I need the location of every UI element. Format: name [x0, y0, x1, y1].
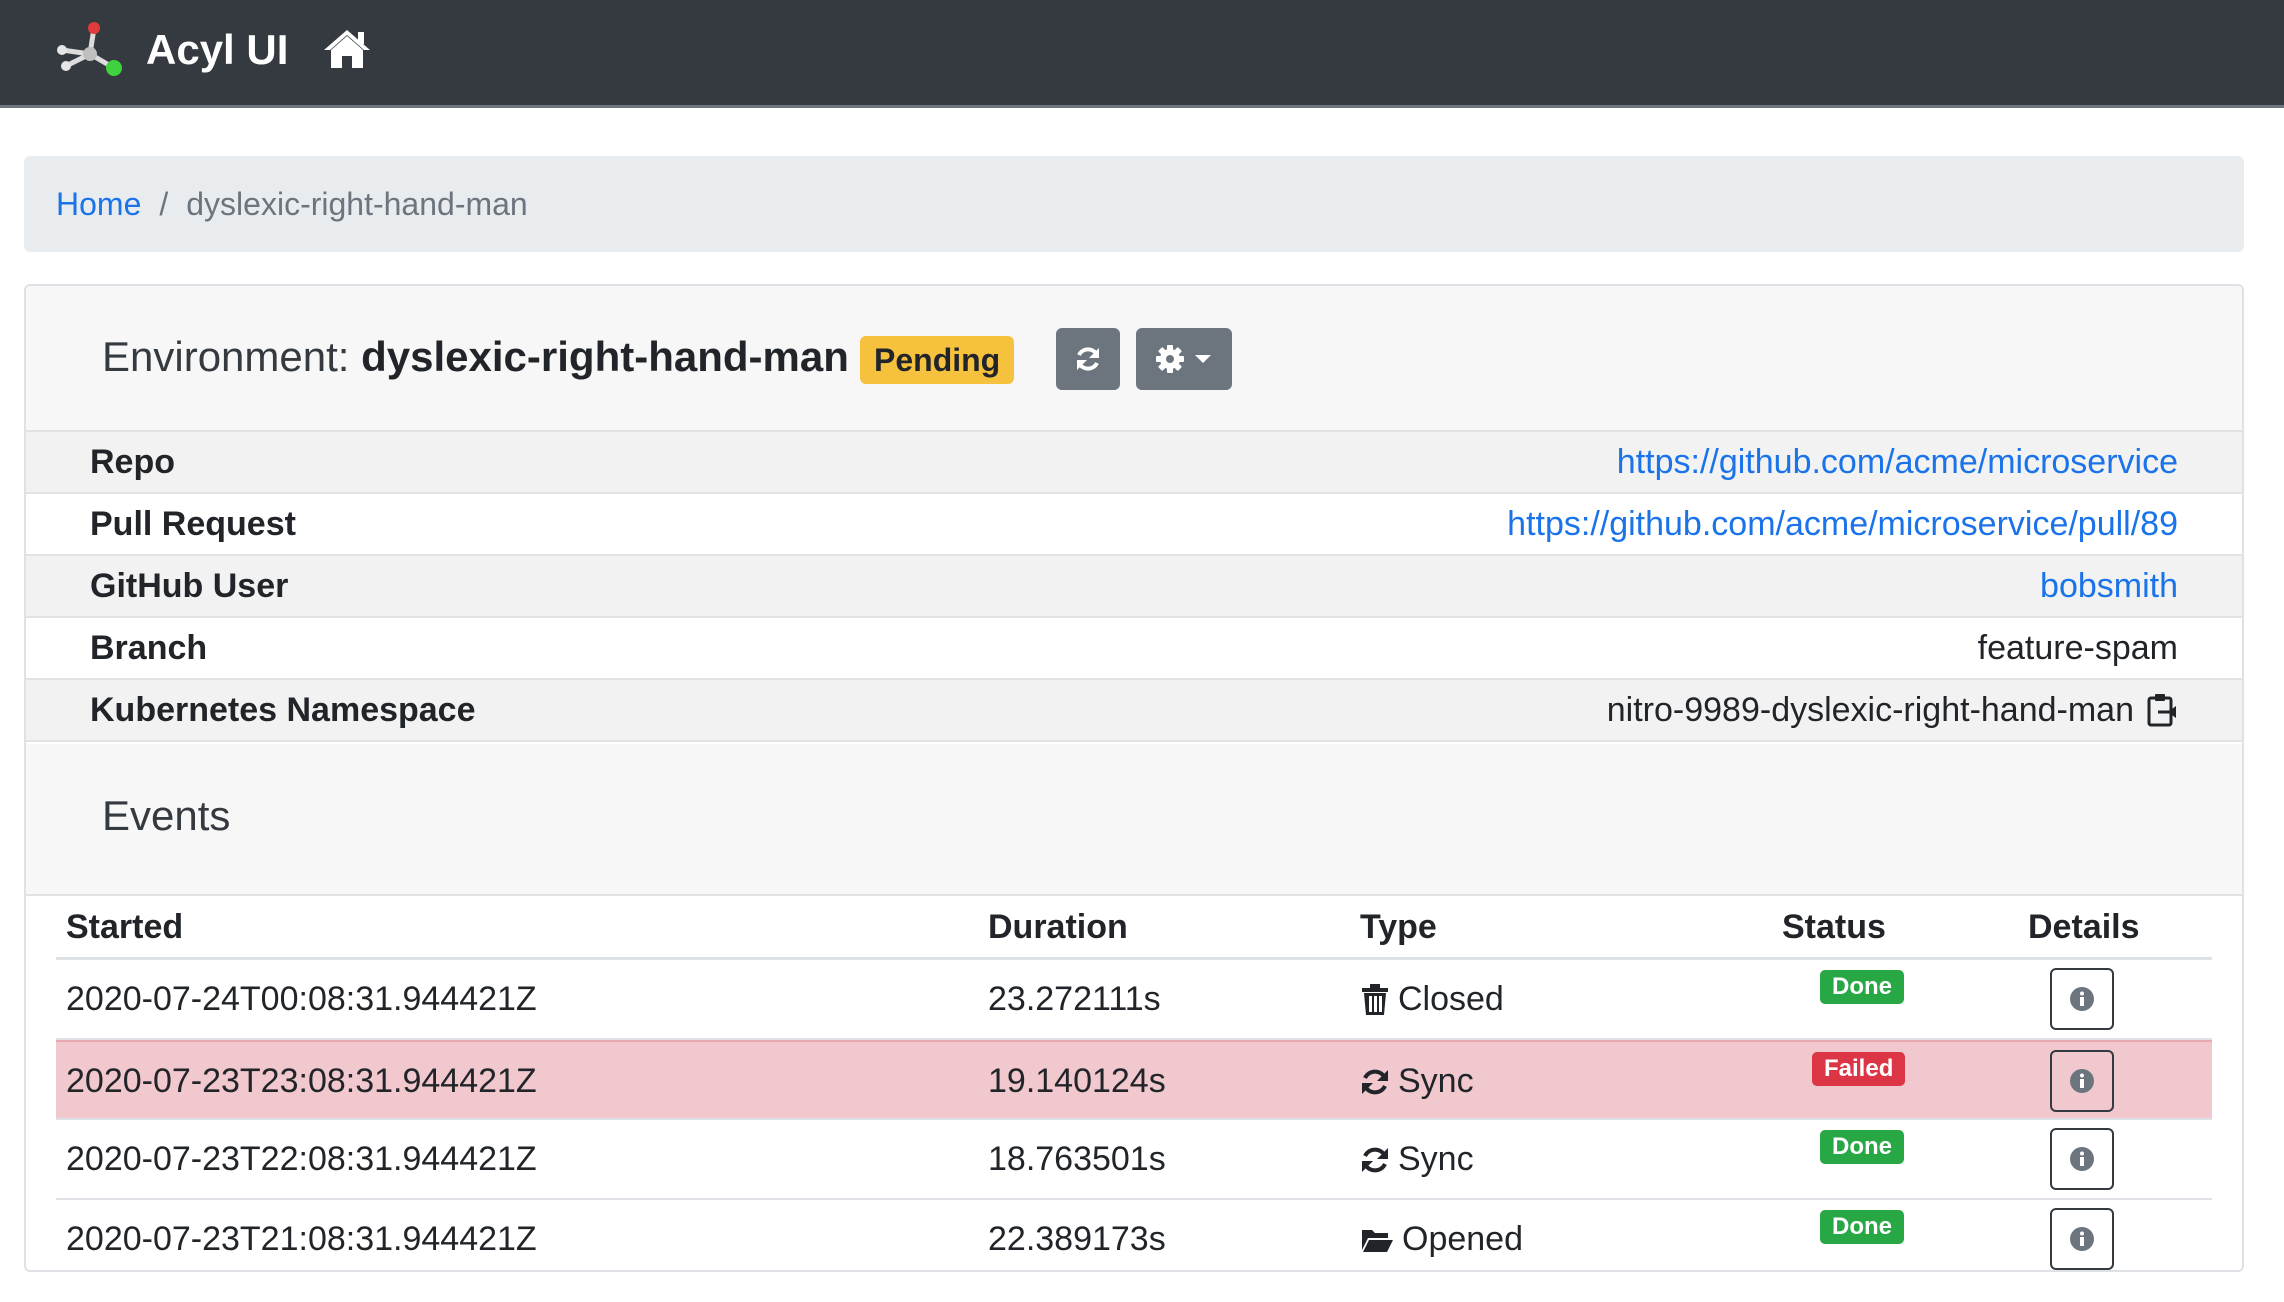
- breadcrumb-current: dyslexic-right-hand-man: [186, 185, 528, 222]
- env-name: dyslexic-right-hand-man: [361, 333, 849, 380]
- namespace-value: nitro-9989-dyslexic-right-hand-man: [1606, 690, 2134, 729]
- event-duration: 22.389173s: [988, 1220, 1166, 1258]
- event-type: Sync: [1398, 1062, 1474, 1100]
- breadcrumb: Home / dyslexic-right-hand-man: [24, 156, 2244, 252]
- info-label: Kubernetes Namespace: [90, 690, 476, 729]
- info-label: Repo: [90, 442, 175, 481]
- home-icon[interactable]: [322, 26, 372, 72]
- table-row: 2020-07-23T22:08:31.944421Z 18.763501s S…: [56, 1120, 2212, 1200]
- breadcrumb-home-link[interactable]: Home: [56, 186, 141, 223]
- details-button[interactable]: [2050, 1128, 2114, 1190]
- details-button[interactable]: [2050, 1050, 2114, 1112]
- info-label: Pull Request: [90, 504, 296, 543]
- brand-name[interactable]: Acyl UI: [146, 24, 288, 76]
- info-row-namespace: Kubernetes Namespace nitro-9989-dyslexic…: [26, 680, 2242, 742]
- status-badge: Failed: [1812, 1052, 1906, 1086]
- molecule-logo-icon[interactable]: [54, 20, 126, 80]
- event-started: 2020-07-23T23:08:31.944421Z: [66, 1062, 537, 1100]
- event-type: Opened: [1402, 1220, 1523, 1258]
- status-badge: Done: [1820, 1210, 1904, 1244]
- refresh-icon: [1077, 347, 1099, 371]
- sync-icon: [1362, 1147, 1388, 1172]
- status-badge: Done: [1820, 1130, 1904, 1164]
- info-icon: [2070, 1069, 2094, 1093]
- refresh-button[interactable]: [1056, 328, 1120, 390]
- info-icon: [2070, 987, 2094, 1011]
- events-title: Events: [102, 792, 231, 839]
- environment-card: Environment: dyslexic-right-hand-man Pen…: [24, 284, 2244, 1272]
- breadcrumb-separator: /: [159, 185, 169, 222]
- event-type: Sync: [1398, 1140, 1474, 1178]
- navbar: Acyl UI: [0, 0, 2284, 108]
- event-duration: 19.140124s: [988, 1062, 1166, 1100]
- event-duration: 18.763501s: [988, 1140, 1166, 1178]
- sync-icon: [1362, 1069, 1388, 1094]
- events-header: Events: [26, 744, 2242, 896]
- info-row-branch: Branch feature-spam: [26, 618, 2242, 680]
- github-user-link[interactable]: bobsmith: [2040, 567, 2178, 606]
- status-badge: Pending: [860, 336, 1015, 384]
- repo-link[interactable]: https://github.com/acme/microservice: [1617, 443, 2178, 482]
- environment-header: Environment: dyslexic-right-hand-man Pen…: [26, 286, 2242, 432]
- column-header-started: Started: [66, 908, 184, 946]
- info-label: GitHub User: [90, 566, 289, 605]
- column-header-details: Details: [2028, 908, 2140, 946]
- details-button[interactable]: [2050, 1208, 2114, 1270]
- event-started: 2020-07-23T22:08:31.944421Z: [66, 1140, 537, 1178]
- gear-icon: [1156, 345, 1184, 373]
- trash-icon: [1362, 983, 1388, 1015]
- folder-open-icon: [1362, 1229, 1393, 1252]
- event-duration: 23.272111s: [988, 980, 1161, 1018]
- details-button[interactable]: [2050, 968, 2114, 1030]
- table-row: 2020-07-23T21:08:31.944421Z 22.389173s O…: [56, 1200, 2212, 1270]
- event-started: 2020-07-23T21:08:31.944421Z: [66, 1220, 537, 1258]
- event-type: Closed: [1398, 980, 1504, 1018]
- info-row-pull-request: Pull Request https://github.com/acme/mic…: [26, 494, 2242, 556]
- info-icon: [2070, 1147, 2094, 1171]
- pull-request-link[interactable]: https://github.com/acme/microservice/pul…: [1507, 505, 2178, 544]
- clipboard-icon[interactable]: [2146, 692, 2178, 728]
- info-icon: [2070, 1227, 2094, 1251]
- info-label: Branch: [90, 628, 208, 667]
- table-header: Started Duration Type Status Details: [56, 896, 2212, 960]
- env-title-prefix: Environment:: [102, 333, 350, 380]
- table-row: 2020-07-23T23:08:31.944421Z 19.140124s S…: [56, 1040, 2212, 1120]
- event-started: 2020-07-24T00:08:31.944421Z: [66, 980, 537, 1018]
- column-header-duration: Duration: [988, 908, 1128, 946]
- branch-value: feature-spam: [1977, 628, 2178, 667]
- settings-dropdown-button[interactable]: [1136, 328, 1232, 390]
- caret-down-icon: [1195, 355, 1211, 363]
- info-row-repo: Repo https://github.com/acme/microservic…: [26, 432, 2242, 494]
- table-row: 2020-07-24T00:08:31.944421Z 23.272111s C…: [56, 960, 2212, 1040]
- column-header-status: Status: [1782, 908, 1886, 946]
- status-badge: Done: [1820, 970, 1904, 1004]
- page-title: Environment: dyslexic-right-hand-man: [102, 330, 849, 384]
- info-row-github-user: GitHub User bobsmith: [26, 556, 2242, 618]
- column-header-type: Type: [1360, 908, 1437, 946]
